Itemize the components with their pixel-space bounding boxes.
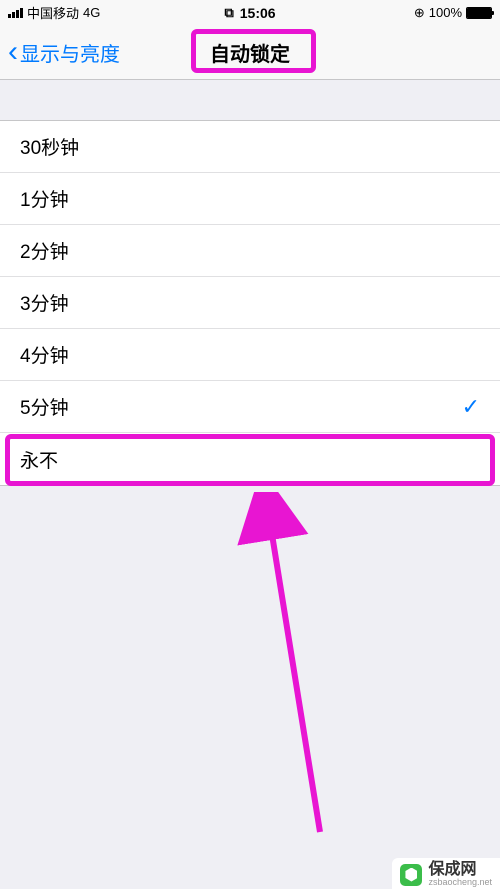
option-label: 2分钟	[20, 237, 69, 264]
status-right: ⊕ 100%	[414, 5, 492, 21]
signal-icon	[8, 8, 23, 18]
carrier-label: 中国移动	[27, 3, 79, 22]
time-label: 15:06	[240, 5, 276, 21]
nav-bar: ‹ 显示与亮度 自动锁定	[0, 25, 500, 80]
option-never[interactable]: 永不	[0, 433, 500, 485]
battery-icon	[466, 7, 492, 19]
option-label: 1分钟	[20, 185, 69, 212]
checkmark-icon: ✓	[462, 394, 480, 420]
watermark-logo-icon	[400, 864, 422, 886]
option-label: 5分钟	[20, 393, 69, 420]
status-center: ⧉ 15:06	[224, 5, 275, 21]
watermark-url: zsbaocheng.net	[428, 878, 492, 887]
option-label: 3分钟	[20, 289, 69, 316]
back-label: 显示与亮度	[20, 38, 120, 67]
back-button[interactable]: ‹ 显示与亮度	[0, 37, 120, 67]
orientation-lock-icon: ⊕	[414, 5, 425, 21]
battery-percent: 100%	[429, 5, 462, 20]
option-label: 4分钟	[20, 341, 69, 368]
option-label: 30秒钟	[20, 133, 79, 160]
auto-lock-options: 30秒钟 1分钟 2分钟 3分钟 4分钟 5分钟 ✓ 永不	[0, 120, 500, 486]
option-3min[interactable]: 3分钟	[0, 277, 500, 329]
option-1min[interactable]: 1分钟	[0, 173, 500, 225]
network-label: 4G	[83, 5, 100, 20]
status-bar: 中国移动 4G ⧉ 15:06 ⊕ 100%	[0, 0, 500, 25]
watermark: 保成网 zsbaocheng.net	[392, 858, 500, 889]
status-left: 中国移动 4G	[8, 3, 100, 22]
page-title: 自动锁定	[210, 38, 290, 67]
option-5min[interactable]: 5分钟 ✓	[0, 381, 500, 433]
option-2min[interactable]: 2分钟	[0, 225, 500, 277]
link-icon: ⧉	[224, 5, 233, 21]
option-4min[interactable]: 4分钟	[0, 329, 500, 381]
option-30s[interactable]: 30秒钟	[0, 121, 500, 173]
chevron-left-icon: ‹	[8, 37, 18, 67]
option-label: 永不	[20, 446, 58, 473]
watermark-title: 保成网	[428, 862, 492, 878]
annotation-arrow	[120, 492, 330, 842]
